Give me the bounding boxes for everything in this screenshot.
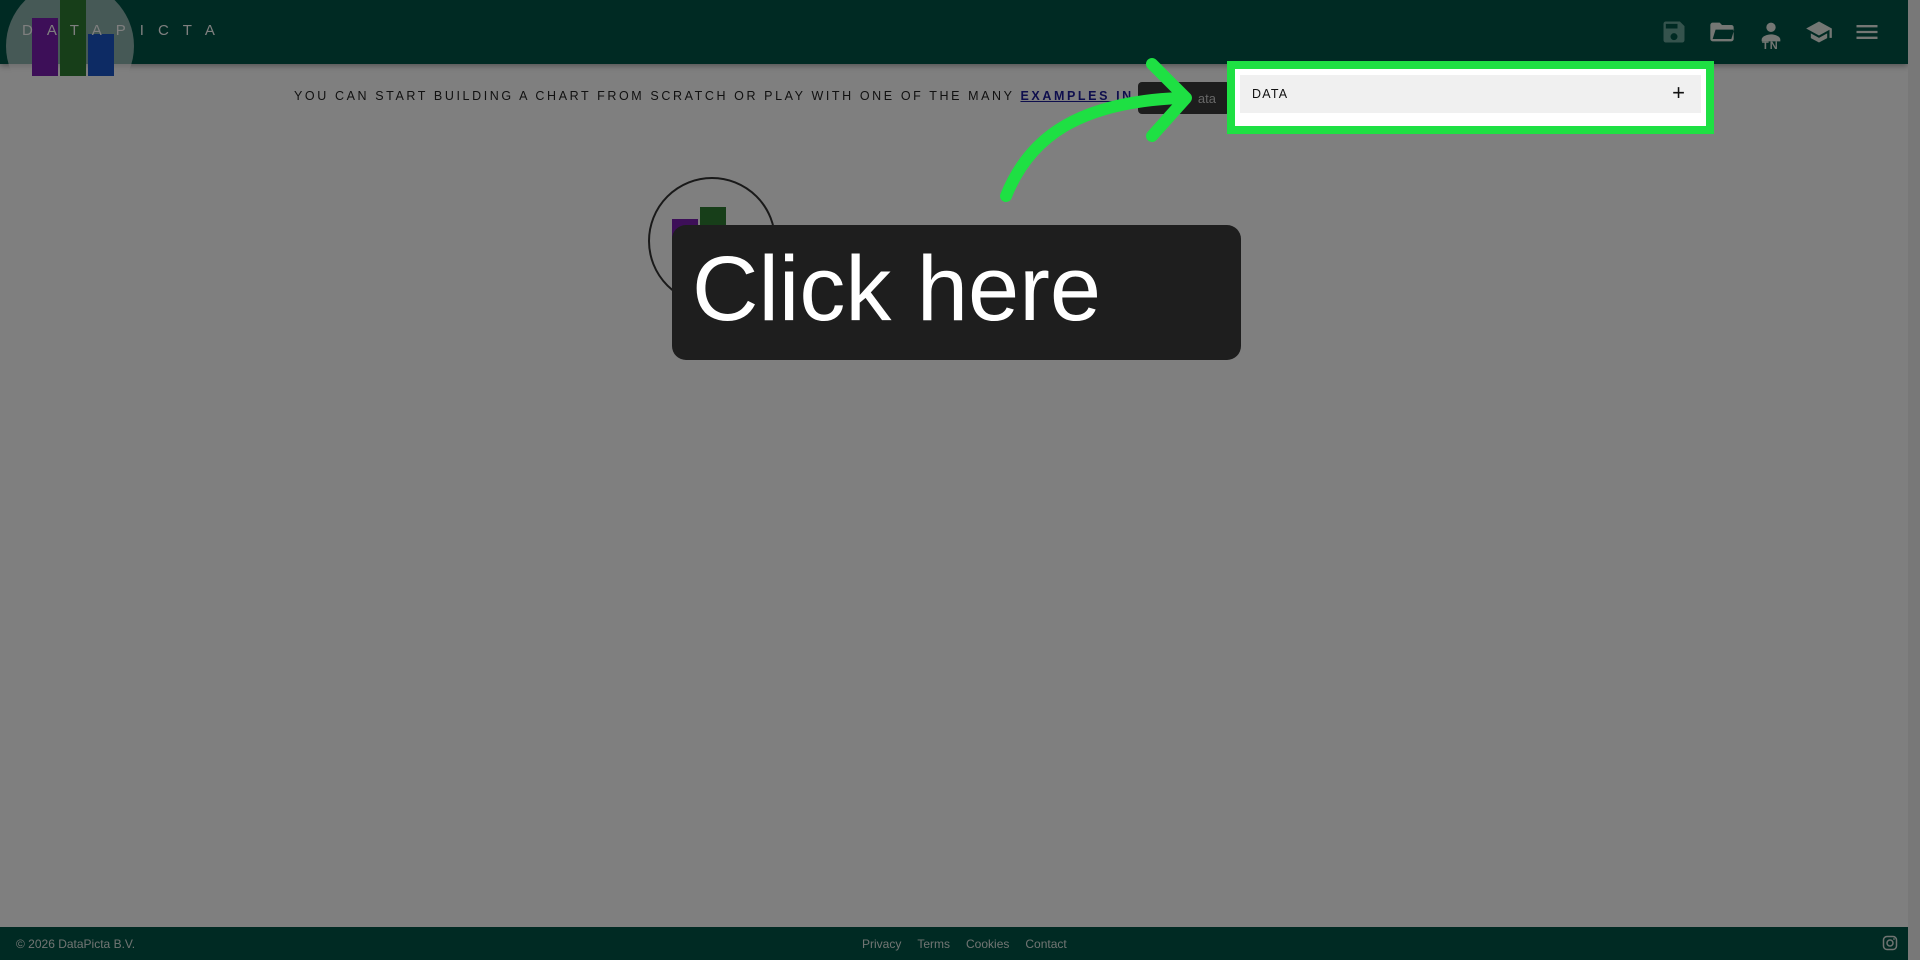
data-panel-header[interactable]: DATA + [1240, 75, 1701, 113]
highlighted-data-panel[interactable]: DATA + [1227, 61, 1714, 134]
callout-text: Click here [692, 238, 1102, 340]
data-panel-label: DATA [1252, 87, 1289, 101]
expand-plus-icon[interactable]: + [1672, 82, 1685, 104]
tutorial-arrow-icon [1000, 58, 1192, 202]
tutorial-callout: Click here [672, 225, 1241, 360]
tutorial-overlay [0, 0, 1920, 960]
